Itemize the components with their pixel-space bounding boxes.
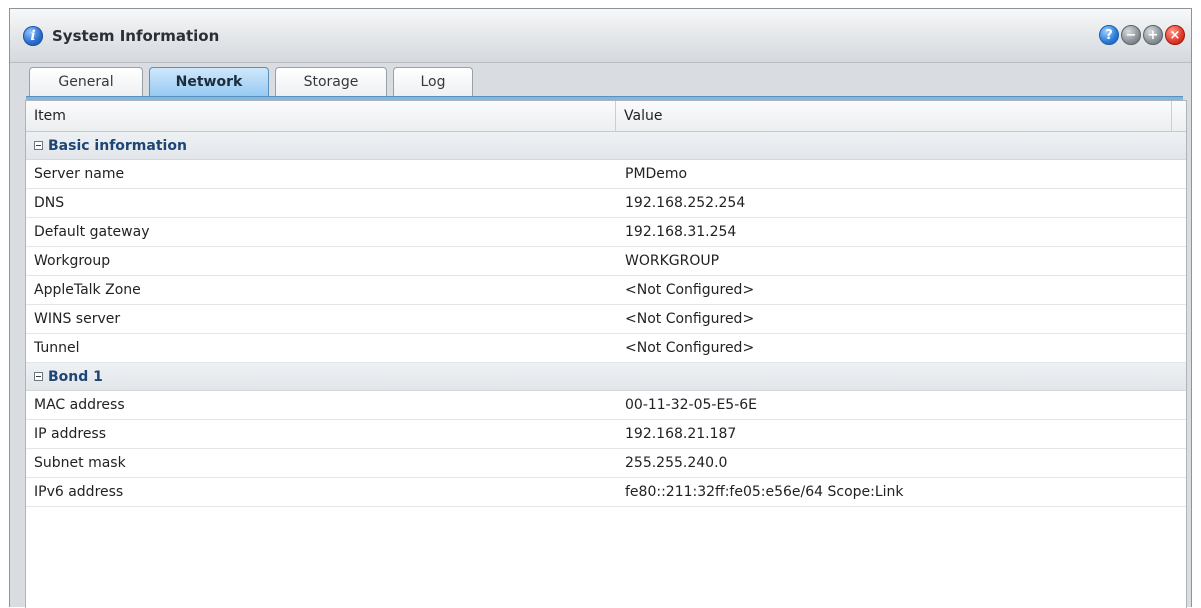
grid-header: Item Value: [26, 101, 1186, 132]
row-value: 00-11-32-05-E5-6E: [625, 397, 758, 413]
row-value: <Not Configured>: [625, 282, 755, 298]
group-label: Bond 1: [48, 369, 103, 385]
row-item: IP address: [34, 426, 107, 442]
table-row[interactable]: Tunnel <Not Configured>: [26, 334, 1186, 363]
row-value: PMDemo: [625, 166, 688, 182]
title-bar[interactable]: i System Information ? − + ×: [10, 9, 1191, 63]
tab-log[interactable]: Log: [393, 67, 473, 96]
table-row[interactable]: WINS server <Not Configured>: [26, 305, 1186, 334]
row-value: fe80::211:32ff:fe05:e56e/64 Scope:Link: [625, 484, 904, 500]
table-row[interactable]: AppleTalk Zone <Not Configured>: [26, 276, 1186, 305]
table-row[interactable]: Server name PMDemo: [26, 160, 1186, 189]
window-title: System Information: [52, 27, 220, 45]
column-header-value[interactable]: Value: [616, 101, 1172, 131]
tab-general[interactable]: General: [29, 67, 143, 96]
collapse-icon[interactable]: [34, 371, 43, 381]
table-row[interactable]: Default gateway 192.168.31.254: [26, 218, 1186, 247]
info-icon: i: [23, 26, 43, 46]
tab-network[interactable]: Network: [149, 67, 269, 98]
group-bond-1[interactable]: Bond 1: [26, 363, 1186, 391]
collapse-icon[interactable]: [34, 140, 43, 150]
row-value: 255.255.240.0: [625, 455, 728, 471]
row-value: WORKGROUP: [625, 253, 720, 269]
window-controls: ? − + ×: [1099, 25, 1185, 45]
group-label: Basic information: [48, 138, 187, 154]
row-value: 192.168.252.254: [625, 195, 746, 211]
row-value: 192.168.21.187: [625, 426, 737, 442]
row-item: AppleTalk Zone: [34, 282, 141, 298]
row-value: <Not Configured>: [625, 340, 755, 356]
group-basic-information[interactable]: Basic information: [26, 132, 1186, 160]
table-row[interactable]: DNS 192.168.252.254: [26, 189, 1186, 218]
row-item: DNS: [34, 195, 65, 211]
row-item: WINS server: [34, 311, 121, 327]
help-icon[interactable]: ?: [1099, 25, 1119, 45]
table-row[interactable]: IP address 192.168.21.187: [26, 420, 1186, 449]
row-item: Tunnel: [34, 340, 80, 356]
row-item: Server name: [34, 166, 125, 182]
row-value: <Not Configured>: [625, 311, 755, 327]
table-row[interactable]: Subnet mask 255.255.240.0: [26, 449, 1186, 478]
row-item: MAC address: [34, 397, 125, 413]
row-item: Workgroup: [34, 253, 111, 269]
column-header-item[interactable]: Item: [26, 101, 616, 131]
row-value: 192.168.31.254: [625, 224, 737, 240]
row-item: IPv6 address: [34, 484, 124, 500]
row-item: Default gateway: [34, 224, 150, 240]
maximize-icon[interactable]: +: [1143, 25, 1163, 45]
network-info-grid: Item Value Basic information Server name…: [25, 100, 1187, 608]
tab-storage[interactable]: Storage: [275, 67, 387, 96]
table-row[interactable]: MAC address 00-11-32-05-E5-6E: [26, 391, 1186, 420]
close-icon[interactable]: ×: [1165, 25, 1185, 45]
table-row[interactable]: IPv6 address fe80::211:32ff:fe05:e56e/64 …: [26, 478, 1186, 507]
table-row[interactable]: Workgroup WORKGROUP: [26, 247, 1186, 276]
row-item: Subnet mask: [34, 455, 126, 471]
system-information-window: i System Information ? − + × General Net…: [9, 8, 1192, 608]
minimize-icon[interactable]: −: [1121, 25, 1141, 45]
